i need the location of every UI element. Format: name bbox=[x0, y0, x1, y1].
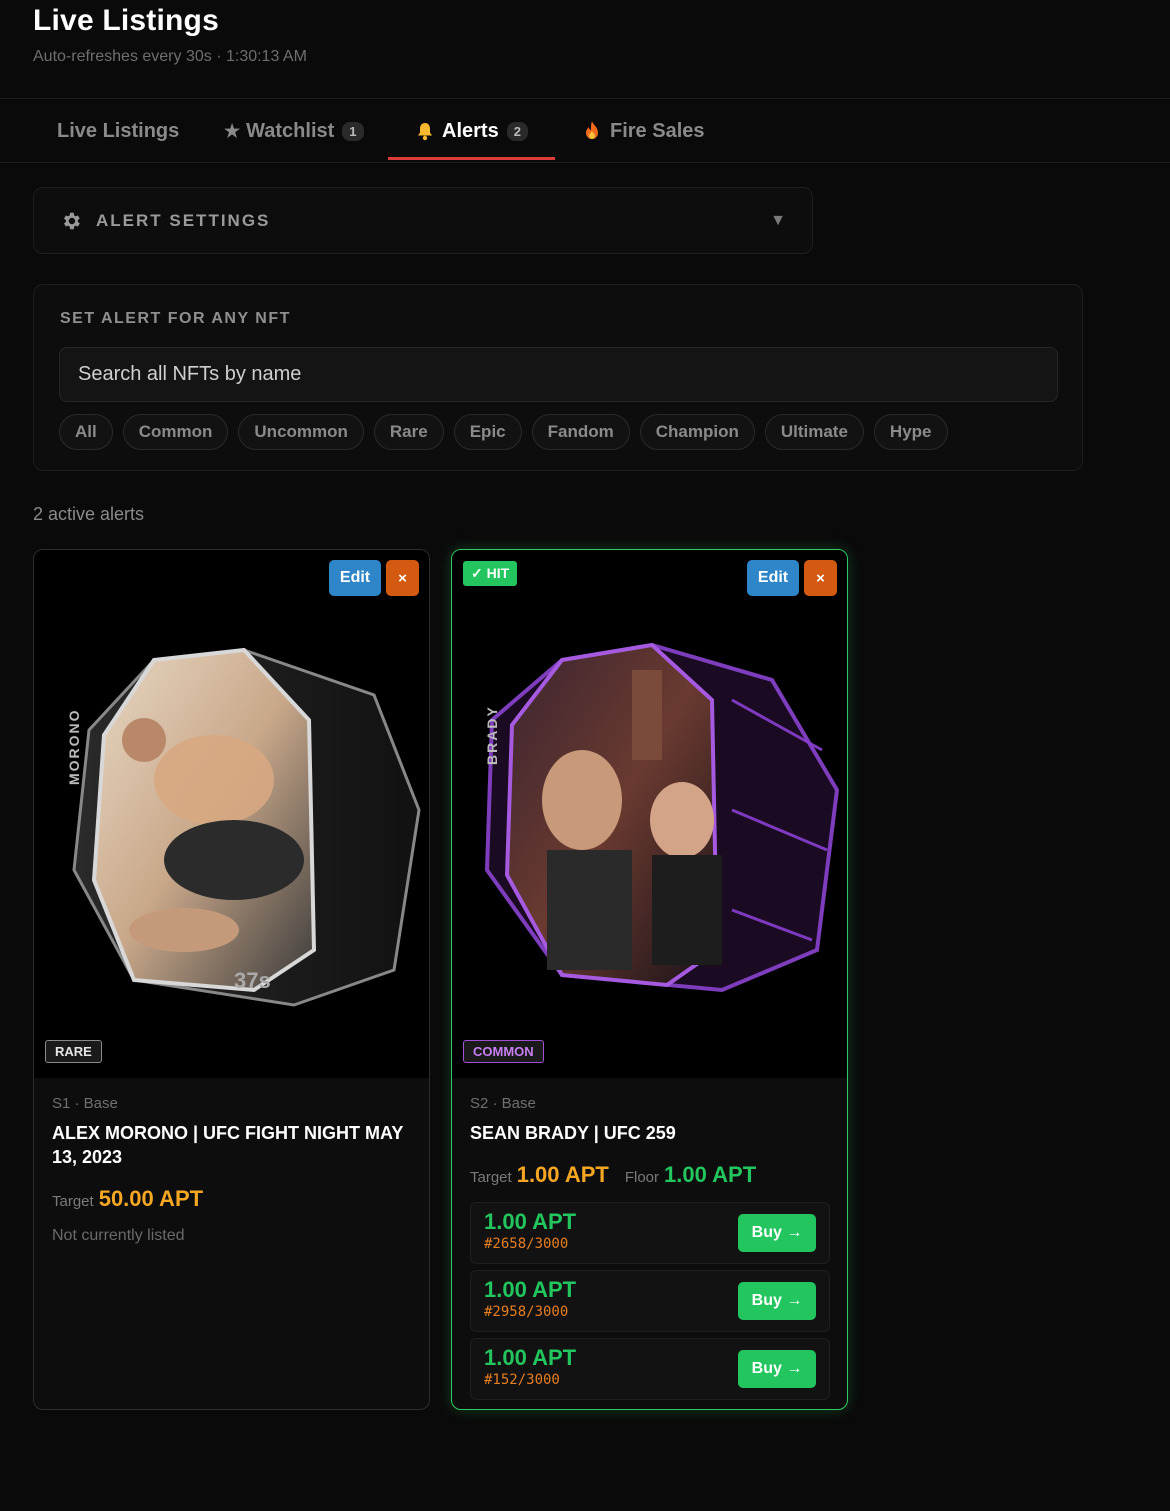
set-meta: S2 · Base bbox=[470, 1095, 536, 1112]
target-label: Target bbox=[470, 1169, 512, 1186]
filter-chip-epic[interactable]: Epic bbox=[453, 414, 522, 450]
rarity-filter-chips: All Common Uncommon Rare Epic Fandom Cha… bbox=[59, 414, 948, 450]
target-label: Target bbox=[52, 1193, 94, 1210]
set-alert-panel: SET ALERT FOR ANY NFT All Common Uncommo… bbox=[33, 284, 1083, 471]
filter-chip-hype[interactable]: Hype bbox=[873, 414, 948, 450]
buy-button[interactable]: Buy → bbox=[738, 1350, 816, 1388]
floor-value: 1.00 APT bbox=[664, 1162, 757, 1187]
alert-card: BRADY ✓ HIT Edit × COMMON S2 · Base SEAN… bbox=[451, 549, 848, 1410]
filter-chip-champion[interactable]: Champion bbox=[639, 414, 755, 450]
listing-serial: #152/3000 bbox=[484, 1372, 560, 1388]
tab-label: Watchlist bbox=[246, 119, 335, 142]
filter-chip-fandom[interactable]: Fandom bbox=[531, 414, 630, 450]
filter-chip-rare[interactable]: Rare bbox=[373, 414, 444, 450]
target-value: 1.00 APT bbox=[516, 1162, 609, 1187]
target-floor-row: Target 1.00 APT Floor 1.00 APT bbox=[470, 1162, 829, 1188]
listing-serial: #2658/3000 bbox=[484, 1236, 569, 1252]
active-tab-indicator bbox=[388, 157, 555, 160]
rarity-badge: COMMON bbox=[463, 1040, 544, 1063]
star-icon: ★ bbox=[224, 120, 241, 141]
floor-label: Floor bbox=[624, 1169, 660, 1186]
hit-badge: ✓ HIT bbox=[463, 561, 518, 586]
remove-alert-button[interactable]: × bbox=[804, 560, 837, 596]
svg-text:37s: 37s bbox=[234, 968, 271, 993]
nft-image-morono[interactable]: MORONO 37s Edit × RARE bbox=[34, 550, 429, 1078]
alert-settings-toggle[interactable]: ALERT SETTINGS ▼ bbox=[33, 187, 813, 254]
refresh-status: Auto-refreshes every 30s · 1:30:13 AM bbox=[33, 48, 307, 65]
target-row: Target 50.00 APT bbox=[52, 1186, 411, 1212]
tab-watchlist[interactable]: ★ Watchlist 1 bbox=[224, 99, 364, 163]
bell-icon bbox=[416, 122, 434, 141]
fire-icon bbox=[584, 121, 600, 141]
tab-fire-sales[interactable]: Fire Sales bbox=[584, 99, 705, 163]
filter-chip-uncommon[interactable]: Uncommon bbox=[238, 414, 364, 450]
target-value: 50.00 APT bbox=[98, 1186, 204, 1211]
page-header: Live Listings Auto-refreshes every 30s ·… bbox=[33, 4, 307, 66]
listing-serial: #2958/3000 bbox=[484, 1304, 569, 1320]
listings-list: 1.00 APT #2658/3000 Buy → 1.00 APT #2958… bbox=[470, 1202, 830, 1400]
alert-card: MORONO 37s Edit × RARE S1 · Base ALEX MO… bbox=[33, 549, 430, 1410]
nft-image-brady[interactable]: BRADY ✓ HIT Edit × COMMON bbox=[452, 550, 847, 1078]
tab-label: Live Listings bbox=[57, 119, 180, 142]
remove-alert-button[interactable]: × bbox=[386, 560, 419, 596]
card-details: S1 · Base ALEX MORONO | UFC FIGHT NIGHT … bbox=[34, 1078, 429, 1245]
nft-name: ALEX MORONO | UFC FIGHT NIGHT MAY 13, 20… bbox=[52, 1123, 404, 1167]
filter-chip-common[interactable]: Common bbox=[122, 414, 229, 450]
edit-button[interactable]: Edit bbox=[329, 560, 381, 596]
chevron-down-icon: ▼ bbox=[770, 211, 786, 229]
tab-count-badge: 2 bbox=[506, 121, 528, 141]
tab-bar: Live Listings ★ Watchlist 1 Alerts 2 Fir… bbox=[0, 98, 1170, 163]
listing-price: 1.00 APT bbox=[484, 1277, 577, 1302]
active-alerts-count: 2 active alerts bbox=[33, 504, 145, 524]
rarity-badge: RARE bbox=[45, 1040, 102, 1063]
page-title: Live Listings bbox=[33, 4, 219, 37]
tab-alerts[interactable]: Alerts 2 bbox=[416, 99, 528, 163]
edit-button[interactable]: Edit bbox=[747, 560, 799, 596]
tab-label: Fire Sales bbox=[610, 119, 705, 142]
listing-price: 1.00 APT bbox=[484, 1345, 577, 1370]
set-meta: S1 · Base bbox=[52, 1095, 118, 1112]
gear-icon bbox=[60, 210, 82, 232]
listing-price: 1.00 APT bbox=[484, 1209, 577, 1234]
listing-row: 1.00 APT #152/3000 Buy → bbox=[470, 1338, 830, 1400]
filter-chip-ultimate[interactable]: Ultimate bbox=[764, 414, 864, 450]
listing-row: 1.00 APT #2958/3000 Buy → bbox=[470, 1270, 830, 1332]
svg-text:MORONO: MORONO bbox=[66, 708, 82, 785]
tab-live-listings[interactable]: Live Listings bbox=[57, 99, 179, 163]
svg-text:BRADY: BRADY bbox=[484, 705, 500, 765]
filter-chip-all[interactable]: All bbox=[59, 414, 113, 450]
listing-status: Not currently listed bbox=[52, 1227, 185, 1244]
alert-settings-label: ALERT SETTINGS bbox=[96, 210, 271, 230]
buy-button[interactable]: Buy → bbox=[738, 1282, 816, 1320]
tab-label: Alerts bbox=[442, 119, 499, 142]
set-alert-label: SET ALERT FOR ANY NFT bbox=[60, 310, 291, 327]
card-details: S2 · Base SEAN BRADY | UFC 259 Target 1.… bbox=[452, 1078, 847, 1400]
nft-name: SEAN BRADY | UFC 259 bbox=[470, 1123, 676, 1143]
buy-button[interactable]: Buy → bbox=[738, 1214, 816, 1252]
listing-row: 1.00 APT #2658/3000 Buy → bbox=[470, 1202, 830, 1264]
nft-search-input[interactable] bbox=[59, 347, 1058, 402]
tab-count-badge: 1 bbox=[342, 121, 364, 141]
